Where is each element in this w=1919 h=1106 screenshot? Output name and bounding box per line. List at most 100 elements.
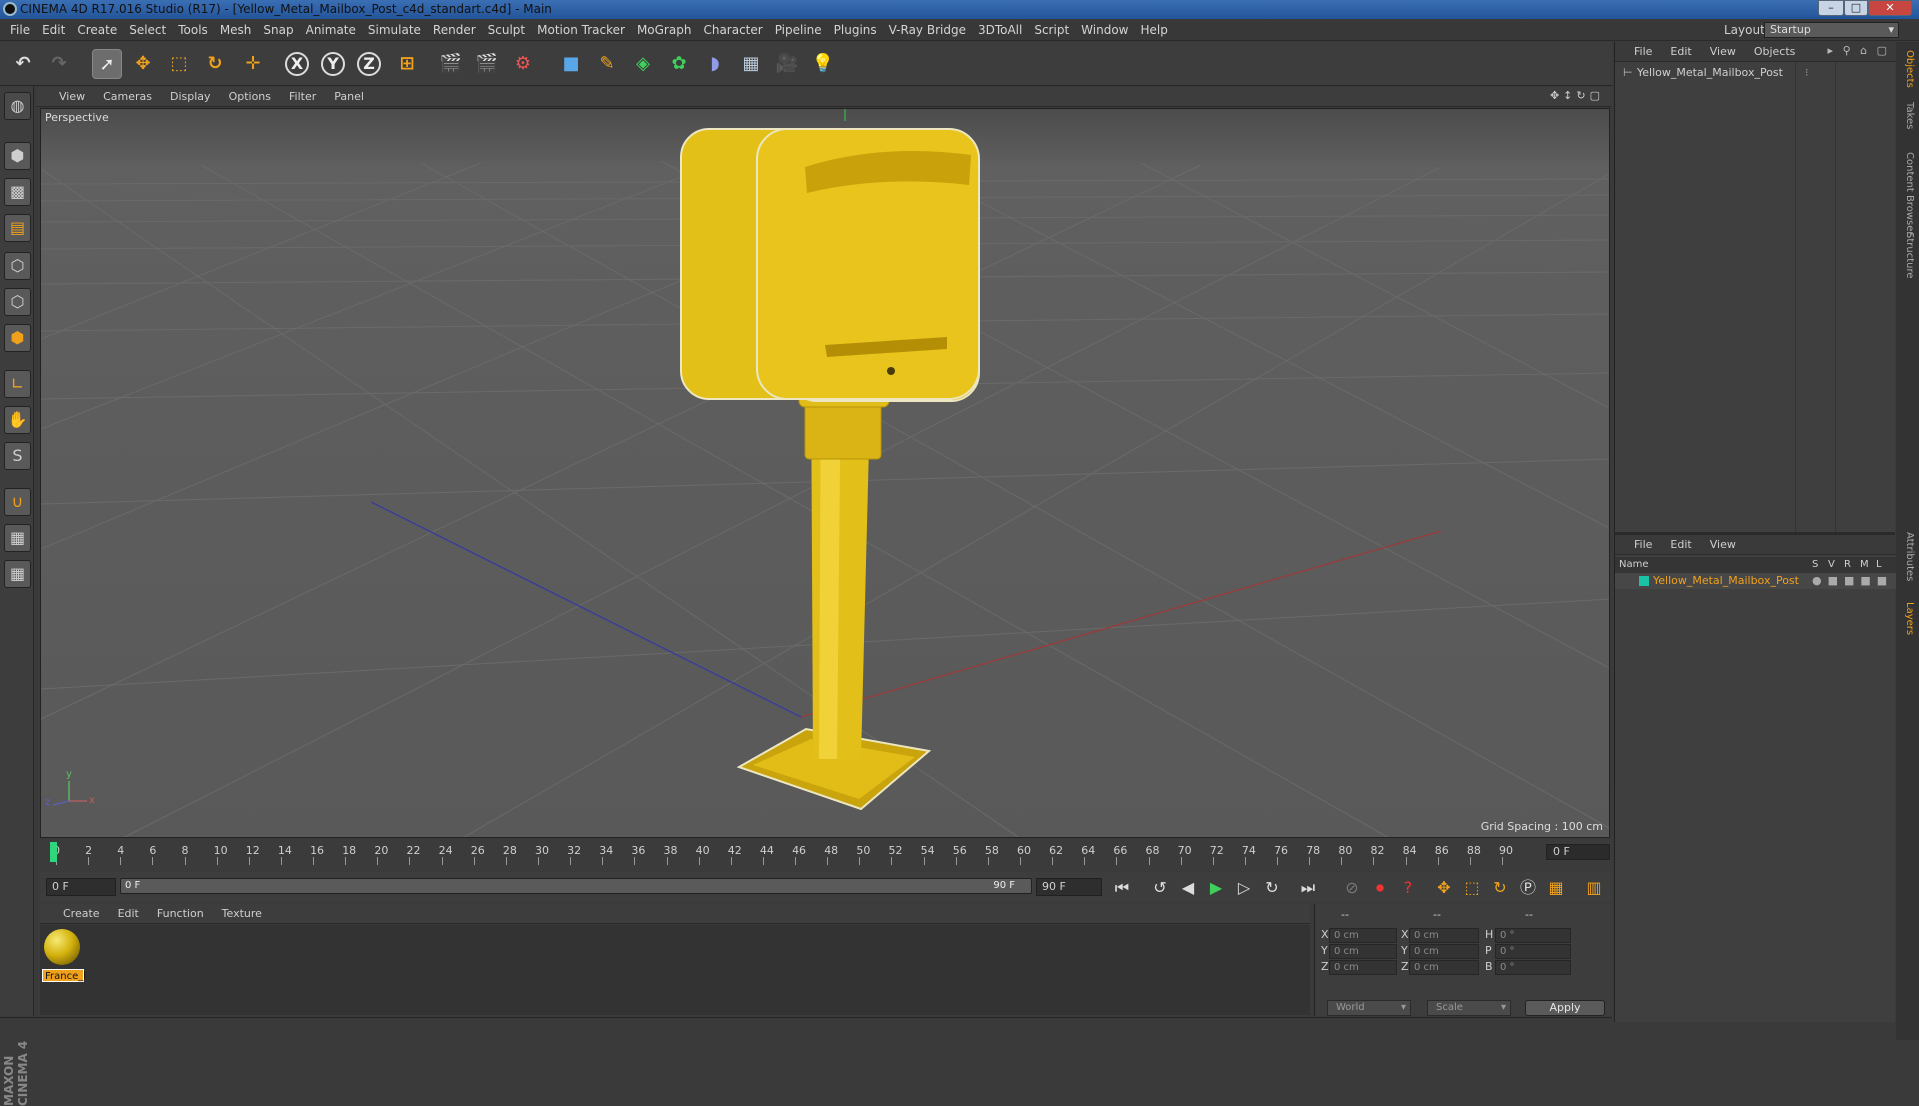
- material-menu-create[interactable]: Create: [54, 904, 109, 924]
- move-tool-icon[interactable]: ✥: [128, 49, 158, 79]
- lock-y-axis-button[interactable]: Y: [318, 49, 348, 79]
- record-keys-disabled-icon[interactable]: ⊘: [1340, 876, 1364, 900]
- object-menu-file[interactable]: File: [1625, 42, 1661, 62]
- material-menu-edit[interactable]: Edit: [109, 904, 148, 924]
- side-tab-attributes[interactable]: Attributes: [1899, 532, 1915, 581]
- go-to-start-icon[interactable]: ⏮: [1110, 876, 1134, 900]
- viewport-menu-options[interactable]: Options: [220, 87, 280, 107]
- timeline-ruler[interactable]: 0246810121416182022242628303234363840424…: [40, 840, 1612, 870]
- mailbox-post-model[interactable]: [680, 128, 980, 811]
- apply-button[interactable]: Apply: [1525, 1000, 1605, 1016]
- play-icon[interactable]: ▶: [1204, 876, 1228, 900]
- record-active-icon[interactable]: ⏺: [1368, 876, 1392, 900]
- layer-row[interactable]: Yellow_Metal_Mailbox_Post ●■■■■: [1615, 573, 1896, 589]
- side-tab-objects[interactable]: Objects: [1899, 50, 1915, 88]
- menu-tools[interactable]: Tools: [172, 19, 214, 41]
- viewport-menu-display[interactable]: Display: [161, 87, 220, 107]
- viewport-menu-filter[interactable]: Filter: [280, 87, 325, 107]
- layer-menu-view[interactable]: View: [1701, 535, 1745, 555]
- redo-icon[interactable]: ↷: [44, 49, 74, 79]
- rotation-field[interactable]: 0 °: [1495, 944, 1571, 959]
- cube-primitive-icon[interactable]: ■: [556, 49, 586, 79]
- model-mode-icon[interactable]: ⬢: [4, 142, 31, 170]
- coordinate-space-dropdown[interactable]: World ▾: [1327, 1000, 1411, 1016]
- material-preview-thumbnail[interactable]: [44, 929, 80, 965]
- scale-tool-icon[interactable]: ⬚: [164, 49, 194, 79]
- autokeying-icon[interactable]: ?: [1396, 876, 1420, 900]
- key-rotation-icon[interactable]: ↻: [1488, 876, 1512, 900]
- object-menu-objects[interactable]: Objects: [1745, 42, 1805, 62]
- viewport-menu-view[interactable]: View: [50, 87, 94, 107]
- layer-toggle-icons[interactable]: ●■■■■: [1812, 574, 1893, 587]
- object-name[interactable]: Yellow_Metal_Mailbox_Post: [1637, 66, 1783, 79]
- menu-3dtoall[interactable]: 3DToAll: [972, 19, 1028, 41]
- side-tab-takes[interactable]: Takes: [1899, 102, 1915, 129]
- position-field[interactable]: 0 cm: [1329, 928, 1397, 943]
- undo-icon[interactable]: ↶: [8, 49, 38, 79]
- menu-render[interactable]: Render: [427, 19, 482, 41]
- texture-mode-icon[interactable]: ▩: [4, 178, 31, 206]
- deformer-icon[interactable]: ◗: [700, 49, 730, 79]
- light-icon[interactable]: 💡: [808, 49, 838, 79]
- visibility-dots-icon[interactable]: ⁝: [1805, 66, 1809, 79]
- size-mode-dropdown[interactable]: Scale ▾: [1427, 1000, 1511, 1016]
- next-key-icon[interactable]: ↻: [1260, 876, 1284, 900]
- menu-simulate[interactable]: Simulate: [362, 19, 427, 41]
- viewport-menu-panel[interactable]: Panel: [325, 87, 373, 107]
- menu-sculpt[interactable]: Sculpt: [482, 19, 531, 41]
- object-menu-view[interactable]: View: [1701, 42, 1745, 62]
- key-position-icon[interactable]: ✥: [1432, 876, 1456, 900]
- spline-pen-icon[interactable]: ✎: [592, 49, 622, 79]
- tweak-mode-icon[interactable]: ✋: [4, 406, 31, 434]
- object-row[interactable]: ⊢ Yellow_Metal_Mailbox_Post ⁝: [1615, 64, 1896, 82]
- start-frame-field[interactable]: 0 F: [46, 878, 116, 896]
- layer-name[interactable]: Yellow_Metal_Mailbox_Post: [1653, 574, 1799, 587]
- menu-mesh[interactable]: Mesh: [214, 19, 258, 41]
- rotation-field[interactable]: 0 °: [1495, 928, 1571, 943]
- array-mograph-icon[interactable]: ✿: [664, 49, 694, 79]
- render-settings-icon[interactable]: ⚙: [508, 49, 538, 79]
- next-frame-icon[interactable]: ▷: [1232, 876, 1256, 900]
- render-picture-viewer-icon[interactable]: 🎬: [472, 49, 502, 79]
- menu-pipeline[interactable]: Pipeline: [769, 19, 828, 41]
- size-field[interactable]: 0 cm: [1409, 960, 1479, 975]
- object-manager-toolbar-icons[interactable]: ▸ ⚲ ⌂ ▢: [1828, 44, 1890, 57]
- workplane-mode-icon[interactable]: ▤: [4, 214, 31, 242]
- menu-create[interactable]: Create: [71, 19, 123, 41]
- end-frame-field[interactable]: 90 F: [1036, 878, 1102, 896]
- axis-mode-icon[interactable]: ∟: [4, 370, 31, 398]
- layer-color-swatch[interactable]: [1639, 576, 1649, 586]
- side-tab-layers[interactable]: Layers: [1899, 602, 1915, 635]
- lock-x-axis-button[interactable]: X: [282, 49, 312, 79]
- key-parameter-icon[interactable]: Ⓟ: [1516, 876, 1540, 900]
- layer-menu-edit[interactable]: Edit: [1661, 535, 1700, 555]
- menu-snap[interactable]: Snap: [257, 19, 299, 41]
- minimize-button[interactable]: –: [1818, 0, 1844, 16]
- object-menu-edit[interactable]: Edit: [1661, 42, 1700, 62]
- key-pla-icon[interactable]: ▦: [1544, 876, 1568, 900]
- edges-mode-icon[interactable]: ⬡: [4, 288, 31, 316]
- menu-character[interactable]: Character: [697, 19, 768, 41]
- make-editable-icon[interactable]: ◍: [4, 92, 31, 120]
- menu-animate[interactable]: Animate: [300, 19, 362, 41]
- preview-range-slider[interactable]: 0 F 90 F: [120, 878, 1032, 894]
- menu-edit[interactable]: Edit: [36, 19, 71, 41]
- layer-menu-file[interactable]: File: [1625, 535, 1661, 555]
- lock-z-axis-button[interactable]: Z: [354, 49, 384, 79]
- current-frame-field[interactable]: 0 F: [1546, 844, 1610, 860]
- snapping-icon[interactable]: S: [4, 442, 31, 470]
- grid-lock-icon[interactable]: ▦: [4, 524, 31, 552]
- rotation-field[interactable]: 0 °: [1495, 960, 1571, 975]
- material-menu-texture[interactable]: Texture: [213, 904, 271, 924]
- material-menu-function[interactable]: Function: [148, 904, 213, 924]
- menu-mograph[interactable]: MoGraph: [631, 19, 698, 41]
- side-tab-content-browser[interactable]: Content Browser: [1899, 152, 1915, 235]
- coordinate-system-icon[interactable]: ⊞: [392, 49, 422, 79]
- subdivision-surface-icon[interactable]: ◈: [628, 49, 658, 79]
- perspective-viewport[interactable]: y x z Perspective Grid Spacing : 100 cm: [40, 108, 1610, 838]
- size-field[interactable]: 0 cm: [1409, 944, 1479, 959]
- maximize-button[interactable]: □: [1844, 0, 1868, 16]
- points-mode-icon[interactable]: ⬡: [4, 252, 31, 280]
- close-button[interactable]: ✕: [1868, 0, 1912, 16]
- layout-dropdown[interactable]: Startup ▾: [1764, 22, 1899, 38]
